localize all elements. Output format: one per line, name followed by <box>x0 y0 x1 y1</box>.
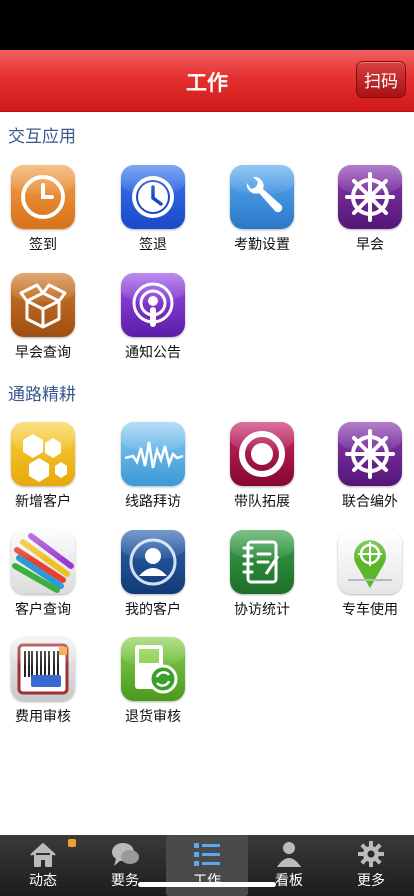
section-title-channel-cultivation: 通路精耕 <box>8 385 76 405</box>
header-bar: 工作 扫码 <box>0 50 414 112</box>
wrench-icon <box>230 165 294 229</box>
tile-label: 协访统计 <box>234 602 290 618</box>
tile-attendance-settings[interactable]: 考勤设置 <box>222 165 302 254</box>
tile-label: 新增客户 <box>15 494 71 510</box>
tile-my-customers[interactable]: 我的客户 <box>113 530 193 619</box>
wheel-icon <box>338 165 402 229</box>
box-icon <box>11 273 75 337</box>
tile-joint-extra[interactable]: 联合编外 <box>330 422 410 511</box>
tile-label: 联合编外 <box>342 494 398 510</box>
person-icon <box>277 842 301 867</box>
tile-label: 专车使用 <box>342 602 398 618</box>
tile-route-visit[interactable]: 线路拜访 <box>113 422 193 511</box>
tile-label: 退货审核 <box>125 709 181 725</box>
tile-sign-out[interactable]: 签退 <box>113 165 193 254</box>
scan-button[interactable]: 扫码 <box>356 61 406 98</box>
tile-customer-query[interactable]: 客户查询 <box>3 530 83 619</box>
waveform-icon <box>121 422 185 486</box>
tile-meeting-query[interactable]: 早会查询 <box>3 273 83 362</box>
tile-label: 早会查询 <box>15 345 71 361</box>
tab-label: 看板 <box>275 873 303 889</box>
tile-label: 签到 <box>29 237 57 253</box>
tile-add-customer[interactable]: 新增客户 <box>3 422 83 511</box>
chat-icon <box>112 843 139 866</box>
tile-label: 通知公告 <box>125 345 181 361</box>
tile-morning-meeting[interactable]: 早会 <box>330 165 410 254</box>
tab-bar: 动态 要务 工作 看板 更多 <box>0 835 414 896</box>
ring-icon <box>230 422 294 486</box>
tile-assist-stats[interactable]: 协访统计 <box>222 530 302 619</box>
tile-special-car[interactable]: 专车使用 <box>330 530 410 619</box>
tab-label: 工作 <box>193 873 221 889</box>
tile-label: 早会 <box>356 237 384 253</box>
podcast-icon <box>121 273 185 337</box>
clock-icon <box>11 165 75 229</box>
tile-label: 带队拓展 <box>234 494 290 510</box>
tile-notice[interactable]: 通知公告 <box>113 273 193 362</box>
notebook-icon <box>230 530 294 594</box>
user-circle-icon <box>121 530 185 594</box>
tab-label: 动态 <box>29 873 57 889</box>
tile-team-expansion[interactable]: 带队拓展 <box>222 422 302 511</box>
section-title-interactive-apps: 交互应用 <box>8 127 76 147</box>
status-bar <box>0 0 414 50</box>
tile-sign-in[interactable]: 签到 <box>3 165 83 254</box>
tile-return-review[interactable]: 退货审核 <box>113 637 193 726</box>
tab-label: 要务 <box>111 873 139 889</box>
tab-more[interactable]: 更多 <box>330 835 412 896</box>
tile-label: 线路拜访 <box>125 494 181 510</box>
clock-icon <box>121 165 185 229</box>
page-title: 工作 <box>186 71 228 95</box>
tile-label: 签退 <box>139 237 167 253</box>
tile-expense-review[interactable]: 费用审核 <box>3 637 83 726</box>
tile-label: 客户查询 <box>15 602 71 618</box>
tab-dynamics[interactable]: 动态 <box>2 835 84 896</box>
refund-icon <box>121 637 185 701</box>
tile-label: 费用审核 <box>15 709 71 725</box>
notification-badge <box>68 839 76 847</box>
tile-label: 考勤设置 <box>234 237 290 253</box>
home-icon <box>30 843 56 867</box>
tab-label: 更多 <box>357 873 385 889</box>
wheel-icon <box>338 422 402 486</box>
pencils-icon <box>11 530 75 594</box>
barcode-icon <box>11 637 75 701</box>
gear-icon <box>358 841 384 867</box>
map-pin-icon <box>338 530 402 594</box>
tile-label: 我的客户 <box>125 602 181 618</box>
hexagon-icon <box>11 422 75 486</box>
home-indicator <box>138 882 276 887</box>
list-icon <box>194 843 220 866</box>
